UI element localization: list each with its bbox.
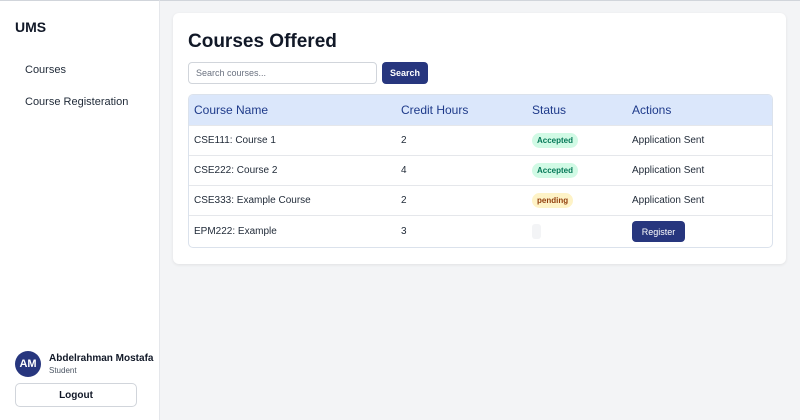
status-cell: Accepted (527, 125, 627, 155)
column-header-status: Status (532, 102, 567, 117)
table-row: CSE111: Course 1 2 Accepted Application … (189, 125, 772, 155)
user-name: Abdelrahman Mostafa (49, 353, 154, 364)
table-row: CSE222: Course 2 4 Accepted Application … (189, 155, 772, 185)
status-cell: pending (527, 185, 627, 215)
status-cell: Accepted (527, 155, 627, 185)
search-input[interactable] (188, 62, 377, 84)
status-badge-empty (532, 224, 541, 240)
credit-hours: 2 (401, 134, 407, 146)
status-cell (527, 215, 627, 247)
course-name: CSE111: Course 1 (194, 134, 276, 146)
app-root: UMS Courses Course Registeration AM Abde… (0, 0, 800, 420)
sidebar-item-courses[interactable]: Courses (25, 64, 66, 76)
user-role: Student (49, 366, 77, 375)
brand-logo: UMS (15, 19, 47, 35)
main-content: Courses Offered Search Course Name Credi… (160, 0, 800, 420)
credit-hours: 2 (401, 194, 407, 206)
column-header-course-name: Course Name (194, 102, 269, 117)
logout-button[interactable]: Logout (15, 383, 137, 407)
sidebar-item-course-registeration[interactable]: Course Registeration (25, 96, 128, 108)
search-button[interactable]: Search (382, 62, 428, 84)
table-header-row: Course Name Credit Hours Status Actions (189, 95, 772, 125)
column-header-actions: Actions (632, 102, 672, 117)
avatar: AM (15, 351, 41, 377)
register-button[interactable]: Register (632, 221, 685, 243)
courses-table: Course Name Credit Hours Status Actions … (188, 94, 773, 248)
action-text: Application Sent (632, 134, 705, 146)
credit-hours: 3 (401, 226, 407, 238)
user-profile: AM Abdelrahman Mostafa Student (15, 351, 153, 377)
user-info: Abdelrahman Mostafa Student (49, 353, 153, 375)
status-badge: pending (532, 192, 574, 208)
course-name: CSE222: Course 2 (194, 164, 278, 176)
action-cell: Register (627, 215, 772, 247)
table-row: CSE333: Example Course 2 pending Applica… (189, 185, 772, 215)
status-badge: Accepted (532, 132, 579, 148)
column-header-credit-hours: Credit Hours (401, 102, 469, 117)
status-badge: Accepted (532, 162, 579, 178)
sidebar: UMS Courses Course Registeration AM Abde… (0, 0, 160, 420)
action-text: Application Sent (632, 194, 705, 206)
credit-hours: 4 (401, 164, 407, 176)
table-row: EPM222: Example 3 Register (189, 215, 772, 247)
course-name: CSE333: Example Course (194, 194, 311, 206)
courses-card: Courses Offered Search Course Name Credi… (173, 13, 786, 264)
page-title: Courses Offered (188, 31, 337, 52)
course-name: EPM222: Example (194, 226, 277, 238)
action-text: Application Sent (632, 164, 705, 176)
